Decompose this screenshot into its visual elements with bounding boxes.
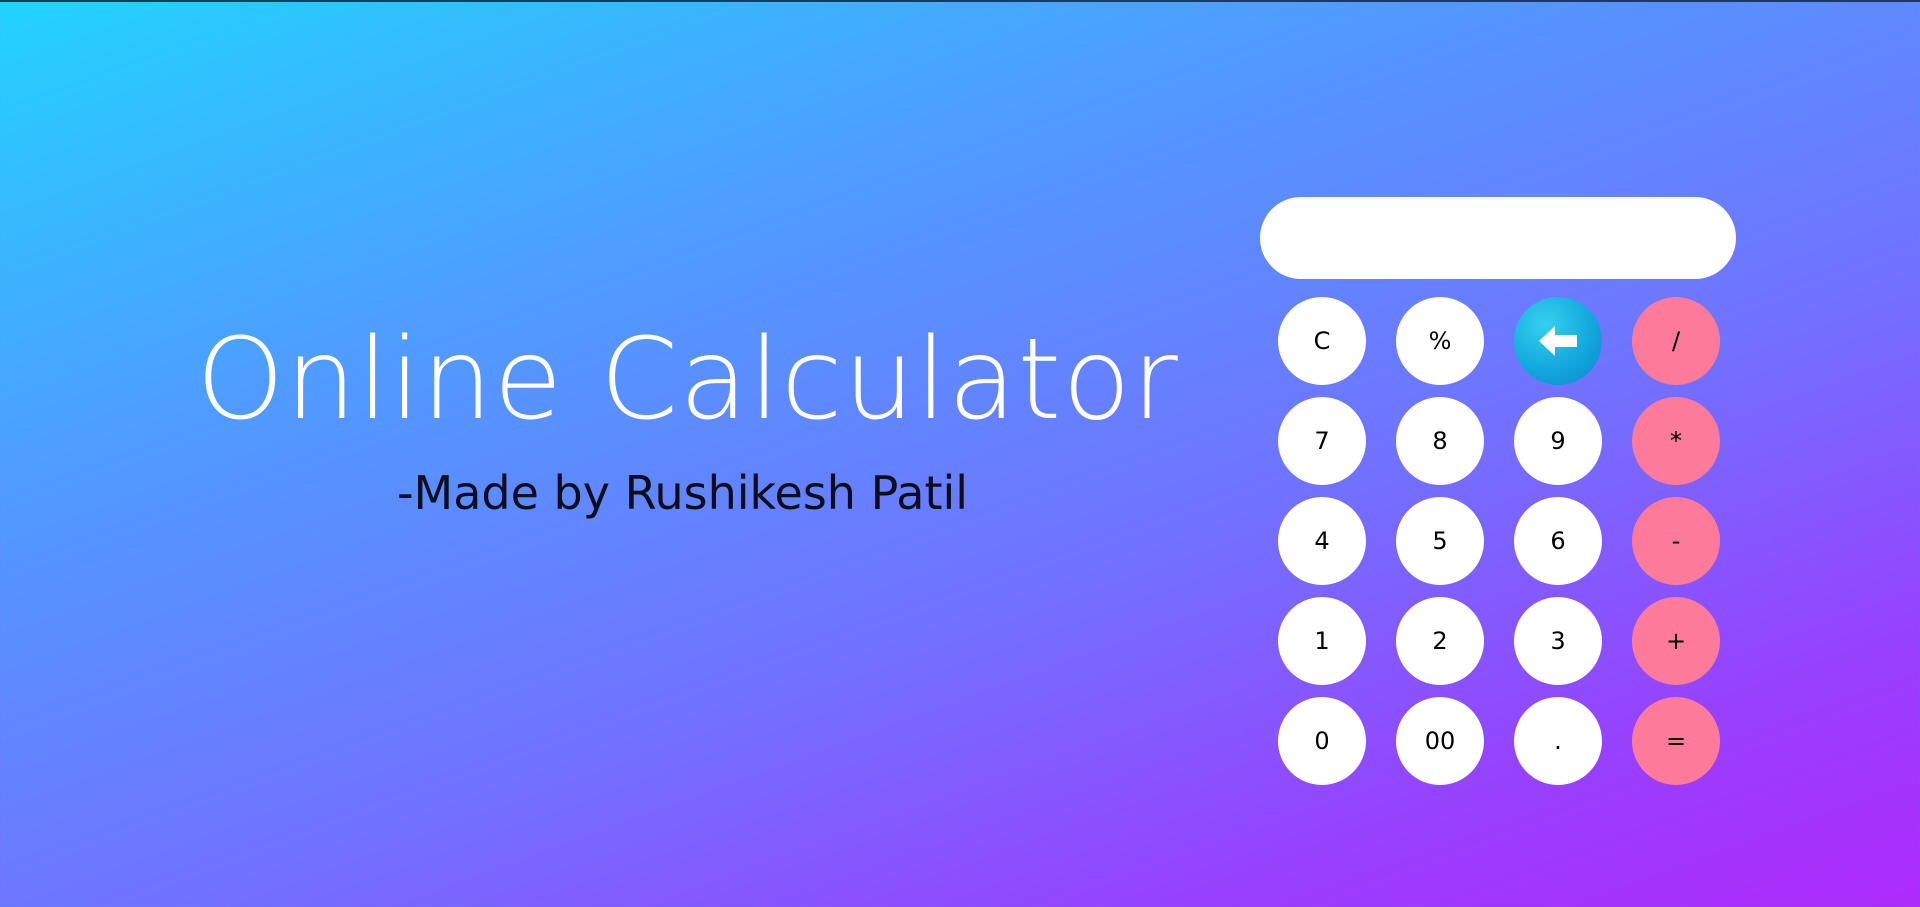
decimal-button[interactable]: . [1514, 697, 1602, 785]
equals-button[interactable]: = [1632, 697, 1720, 785]
digit-0-button[interactable]: 0 [1278, 697, 1366, 785]
arrow-left-icon [1539, 326, 1577, 356]
author-credit: -Made by Rushikesh Patil [396, 466, 969, 520]
digit-4-button[interactable]: 4 [1278, 497, 1366, 585]
digit-5-button[interactable]: 5 [1396, 497, 1484, 585]
digit-6-button[interactable]: 6 [1514, 497, 1602, 585]
calculator: C % / 7 8 9 * 4 5 6 - 1 2 3 + 0 00 . = [1260, 197, 1736, 785]
digit-9-button[interactable]: 9 [1514, 397, 1602, 485]
hero-section: Online Calculator -Made by Rushikesh Pat… [0, 2, 1245, 907]
subtract-button[interactable]: - [1632, 497, 1720, 585]
clear-button[interactable]: C [1278, 297, 1366, 385]
backspace-button[interactable] [1514, 297, 1602, 385]
digit-7-button[interactable]: 7 [1278, 397, 1366, 485]
percent-button[interactable]: % [1396, 297, 1484, 385]
double-zero-button[interactable]: 00 [1396, 697, 1484, 785]
digit-1-button[interactable]: 1 [1278, 597, 1366, 685]
multiply-button[interactable]: * [1632, 397, 1720, 485]
add-button[interactable]: + [1632, 597, 1720, 685]
digit-3-button[interactable]: 3 [1514, 597, 1602, 685]
calculator-display[interactable] [1260, 197, 1736, 279]
page-title: Online Calculator [196, 315, 1179, 445]
keypad: C % / 7 8 9 * 4 5 6 - 1 2 3 + 0 00 . = [1260, 297, 1736, 785]
digit-8-button[interactable]: 8 [1396, 397, 1484, 485]
digit-2-button[interactable]: 2 [1396, 597, 1484, 685]
divide-button[interactable]: / [1632, 297, 1720, 385]
